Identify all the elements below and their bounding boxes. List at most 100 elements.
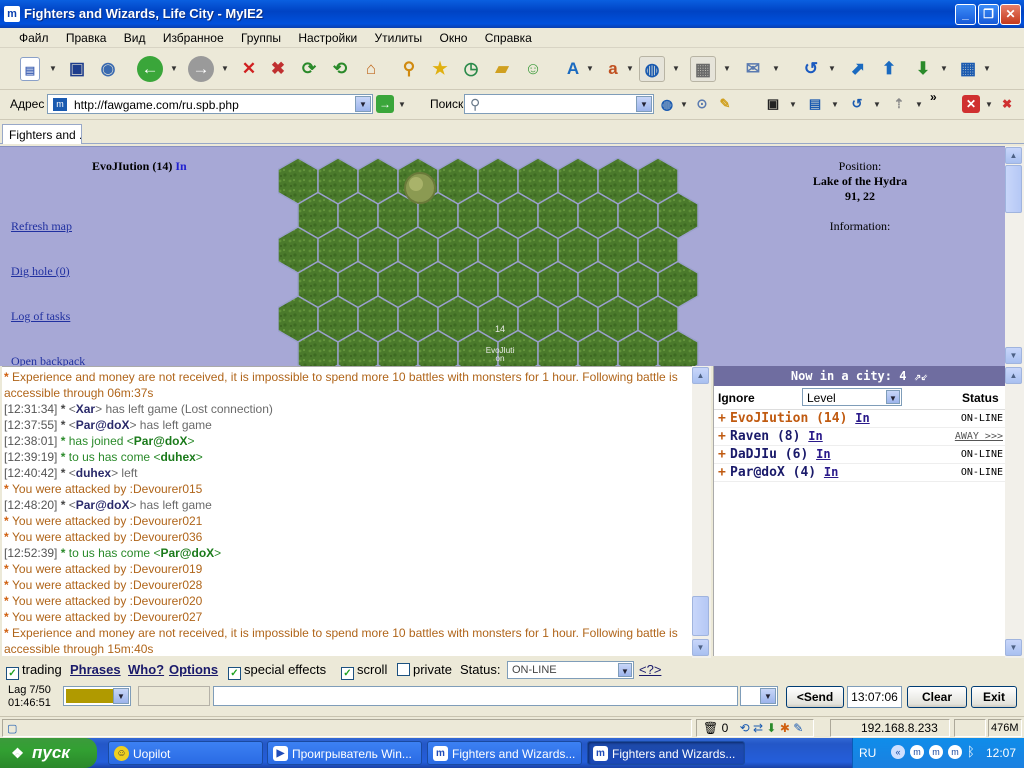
- scroll-down-arrow[interactable]: ▼: [1005, 639, 1022, 656]
- chevron-down-icon[interactable]: ▼: [355, 96, 371, 112]
- person-name[interactable]: DaDJIu (6) In: [730, 447, 831, 462]
- scroll-down-arrow[interactable]: ▼: [1005, 347, 1022, 364]
- history-icon[interactable]: ◷: [458, 56, 484, 82]
- person-status[interactable]: AWAY >>>: [955, 431, 1003, 442]
- close-all-icon[interactable]: ✖: [998, 95, 1016, 113]
- person-row[interactable]: + Raven (8) In AWAY >>>: [714, 428, 1005, 446]
- chat-username[interactable]: Par@doX: [160, 546, 214, 560]
- who-link[interactable]: Who?: [128, 662, 164, 677]
- chat-username[interactable]: Xar: [76, 402, 95, 416]
- chevron-down-icon[interactable]: ▼: [636, 96, 652, 112]
- refresh-map-link[interactable]: Refresh map: [11, 219, 72, 234]
- chat-scrollbar[interactable]: ▲ ▼: [692, 366, 711, 658]
- trash-icon[interactable]: 🗑: [703, 721, 718, 735]
- chevron-down-icon[interactable]: ▼: [618, 663, 632, 677]
- layout-icon[interactable]: ▦: [955, 56, 981, 82]
- chevron-down-icon[interactable]: ▼: [772, 64, 780, 73]
- find-in-page-icon[interactable]: ⊙: [693, 95, 711, 113]
- scroll-checkbox[interactable]: ✓: [341, 667, 354, 680]
- menu-window[interactable]: Окно: [433, 28, 475, 45]
- settings-icon[interactable]: ✱: [780, 721, 790, 735]
- chat-username[interactable]: Par@doX: [134, 434, 188, 448]
- chevron-down-icon[interactable]: ▼: [940, 64, 948, 73]
- person-name[interactable]: Raven (8) In: [730, 429, 823, 444]
- chevron-down-icon[interactable]: ▼: [170, 64, 178, 73]
- sort-select[interactable]: Level ▼: [802, 388, 902, 406]
- favorites-star-icon[interactable]: ★: [427, 56, 453, 82]
- person-row[interactable]: + DaDJIu (6) In ON-LINE: [714, 446, 1005, 464]
- person-in-link[interactable]: In: [816, 447, 830, 461]
- popup-block-icon[interactable]: ⟲: [740, 721, 750, 735]
- dig-hole-link[interactable]: Dig hole (0): [11, 264, 70, 279]
- new-window-icon[interactable]: ▤: [20, 57, 40, 81]
- web-search-icon[interactable]: ◍: [658, 95, 676, 113]
- language-indicator[interactable]: RU: [859, 746, 876, 760]
- chevron-down-icon[interactable]: ▼: [828, 64, 836, 73]
- highlight-icon[interactable]: ✎: [716, 95, 734, 113]
- popup-icon[interactable]: ⬈: [845, 56, 871, 82]
- person-in-link[interactable]: In: [808, 429, 822, 443]
- font-size-icon[interactable]: A: [560, 56, 586, 82]
- task-fighters-1[interactable]: m Fighters and Wizards...: [427, 741, 582, 765]
- mail-icon[interactable]: ✉: [740, 56, 766, 82]
- chevron-down-icon[interactable]: ▼: [983, 64, 991, 73]
- chevron-down-icon[interactable]: ▼: [831, 100, 839, 109]
- chevron-down-icon[interactable]: ▼: [915, 100, 923, 109]
- scroll-up-arrow[interactable]: ▲: [1005, 367, 1022, 384]
- page-layout-icon[interactable]: ▤: [806, 95, 824, 113]
- maximize-button[interactable]: ❐: [978, 4, 999, 25]
- back-icon[interactable]: ←: [137, 56, 163, 82]
- forward-icon[interactable]: →: [188, 56, 214, 82]
- menu-settings[interactable]: Настройки: [291, 28, 364, 45]
- minimize-button[interactable]: _: [955, 4, 976, 25]
- close-page-icon[interactable]: ✕: [962, 95, 980, 113]
- recipient-field[interactable]: [138, 686, 210, 706]
- person-row[interactable]: + Par@doX (4) In ON-LINE: [714, 464, 1005, 482]
- refresh-all-icon[interactable]: ⟲: [327, 56, 353, 82]
- tray-app-icon[interactable]: m: [929, 745, 943, 759]
- menu-file[interactable]: Файл: [12, 28, 56, 45]
- chevron-down-icon[interactable]: ▼: [985, 100, 993, 109]
- chevron-down-icon[interactable]: ▼: [873, 100, 881, 109]
- private-checkbox[interactable]: [397, 663, 410, 676]
- stop-icon[interactable]: ✕: [236, 56, 262, 82]
- expand-icon[interactable]: +: [718, 465, 726, 480]
- maximize-page-icon[interactable]: ⬆: [876, 56, 902, 82]
- chevron-down-icon[interactable]: ▼: [760, 688, 776, 704]
- chevron-down-icon[interactable]: ▼: [886, 390, 900, 404]
- save-web-icon[interactable]: ◉: [95, 56, 121, 82]
- people-scrollbar[interactable]: ▲ ▼: [1005, 366, 1024, 658]
- hex-map[interactable]: 14 EvoJIuti on: [278, 158, 702, 366]
- scroll-thumb[interactable]: [692, 596, 709, 636]
- start-button[interactable]: ❖ пуск: [0, 738, 97, 768]
- person-name[interactable]: Par@doX (4) In: [730, 465, 838, 480]
- edit-icon[interactable]: ✎: [793, 721, 803, 735]
- person-name[interactable]: EvoJIution (14) In: [730, 411, 870, 426]
- scroll-up-arrow[interactable]: ▲: [692, 367, 709, 384]
- chat-username[interactable]: duhex: [76, 466, 111, 480]
- home-icon[interactable]: ⌂: [358, 56, 384, 82]
- options-link[interactable]: Options: [169, 662, 218, 677]
- chevron-down-icon[interactable]: ▼: [586, 64, 594, 73]
- tab-fighters[interactable]: Fighters and ...: [2, 124, 82, 144]
- task-media-player[interactable]: ▶ Проигрыватель Win...: [267, 741, 422, 765]
- chat-username[interactable]: Par@doX: [76, 498, 130, 512]
- game-scrollbar[interactable]: ▲ ▼: [1005, 146, 1024, 366]
- scroll-up-icon[interactable]: ⇡: [890, 95, 908, 113]
- chevron-down-icon[interactable]: ▼: [789, 100, 797, 109]
- special-effects-option[interactable]: ✓ special effects: [228, 662, 326, 680]
- chevron-down-icon[interactable]: ▼: [113, 688, 129, 704]
- download-icon[interactable]: ⬇: [910, 56, 936, 82]
- tray-arrow-icon[interactable]: «: [891, 745, 905, 759]
- chevron-down-icon[interactable]: ▼: [680, 100, 688, 109]
- chevron-down-icon[interactable]: ▼: [626, 64, 634, 73]
- scroll-thumb[interactable]: [1005, 165, 1022, 213]
- expand-icon[interactable]: +: [718, 447, 726, 462]
- menu-edit[interactable]: Правка: [59, 28, 114, 45]
- scroll-down-arrow[interactable]: ▼: [692, 639, 709, 656]
- chevron-down-icon[interactable]: ▼: [723, 64, 731, 73]
- message-input[interactable]: [213, 686, 738, 706]
- chevron-down-icon[interactable]: ▼: [398, 100, 406, 109]
- private-option[interactable]: private: [397, 662, 452, 677]
- log-of-tasks-link[interactable]: Log of tasks: [11, 309, 70, 324]
